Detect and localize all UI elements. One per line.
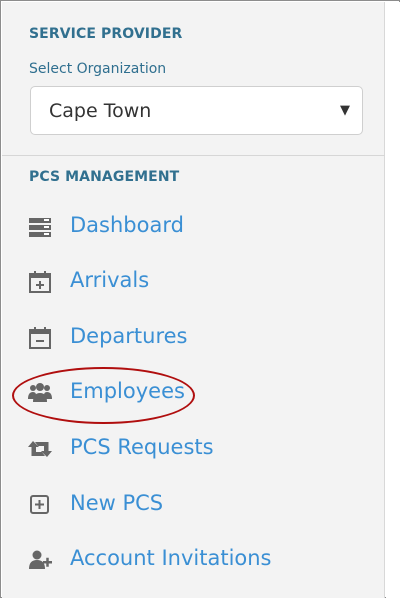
section-divider — [2, 155, 385, 156]
calendar-minus-icon — [28, 327, 52, 349]
nav-item-dashboard[interactable]: Dashboard — [28, 210, 368, 246]
user-plus-icon — [28, 549, 52, 571]
nav-item-label: PCS Requests — [70, 435, 214, 459]
nav-item-label: Arrivals — [70, 268, 150, 292]
organization-select-value: Cape Town — [49, 100, 152, 122]
scrollbar-track[interactable] — [386, 2, 400, 598]
retweet-icon — [28, 438, 52, 460]
nav-item-label: Account Invitations — [70, 546, 272, 570]
service-provider-heading: SERVICE PROVIDER — [29, 26, 183, 42]
nav-item-label: Departures — [70, 324, 188, 348]
nav-item-departures[interactable]: Departures — [28, 321, 368, 357]
nav-item-label: Dashboard — [70, 213, 184, 237]
sidebar: SERVICE PROVIDER Select Organization Cap… — [2, 2, 385, 598]
nav-item-label: New PCS — [70, 491, 164, 515]
users-icon — [28, 382, 52, 404]
dropdown-arrow-icon: ▼ — [340, 103, 350, 118]
nav-item-new-pcs[interactable]: New PCS — [28, 488, 368, 524]
select-organization-label: Select Organization — [29, 61, 167, 77]
nav-item-label: Employees — [70, 379, 185, 403]
calendar-plus-icon — [28, 271, 52, 293]
nav-item-pcs-requests[interactable]: PCS Requests — [28, 432, 368, 468]
dashboard-icon — [28, 216, 52, 238]
window-frame: SERVICE PROVIDER Select Organization Cap… — [0, 0, 400, 598]
nav-item-account-invitations[interactable]: Account Invitations — [28, 543, 368, 579]
pcs-management-heading: PCS MANAGEMENT — [29, 169, 180, 185]
nav-item-arrivals[interactable]: Arrivals — [28, 265, 368, 301]
nav-item-employees[interactable]: Employees — [28, 376, 368, 412]
organization-select[interactable]: Cape Town ▼ — [30, 86, 363, 135]
plus-square-icon — [28, 494, 52, 516]
